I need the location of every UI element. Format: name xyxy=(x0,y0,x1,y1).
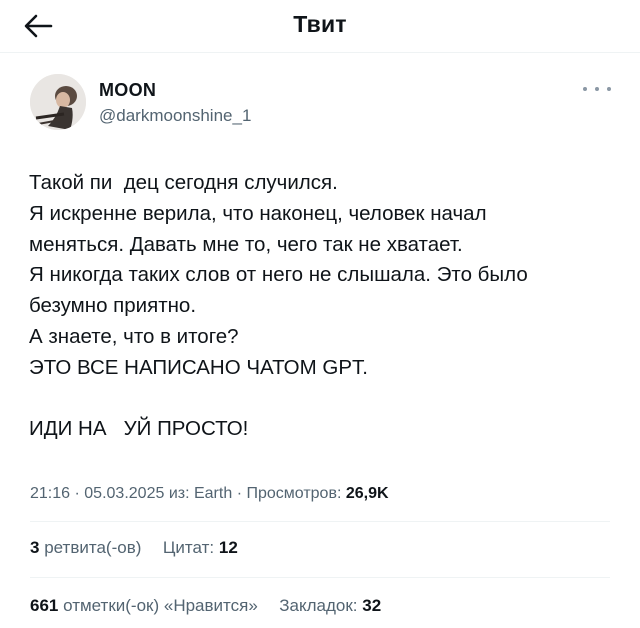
stats-row-likes: 661 отметки(-ок) «Нравится» Закладок: 32 xyxy=(30,596,381,616)
tweet-date[interactable]: 05.03.2025 xyxy=(84,485,164,502)
more-options-button[interactable] xyxy=(583,82,611,96)
author-handle[interactable]: @darkmoonshine_1 xyxy=(99,106,251,126)
dot-icon xyxy=(607,87,611,91)
avatar-photo xyxy=(30,74,86,130)
bookmarks-label: Закладок: xyxy=(279,596,358,615)
dot-icon xyxy=(583,87,587,91)
stats-row-retweets: 3 ретвита(-ов) Цитат: 12 xyxy=(30,538,238,558)
top-bar: Твит xyxy=(0,0,640,52)
retweets-count: 3 xyxy=(30,538,40,557)
avatar[interactable] xyxy=(30,74,86,130)
dot-icon xyxy=(595,87,599,91)
tweet-text: Такой пи дец сегодня случился. Я искренн… xyxy=(29,168,609,445)
retweets-link[interactable]: 3 ретвита(-ов) xyxy=(30,538,146,557)
tweet-line: меняться. Давать мне то, чего так не хва… xyxy=(29,232,463,256)
meta-separator: · xyxy=(74,485,80,502)
tweet-line: Я никогда таких слов от него не слышала.… xyxy=(29,263,528,287)
source-prefix: из: xyxy=(168,485,190,502)
retweets-label: ретвита(-ов) xyxy=(44,538,142,557)
quotes-link[interactable]: Цитат: 12 xyxy=(158,538,238,557)
likes-label: отметки(-ок) «Нравится» xyxy=(63,596,258,615)
author-name[interactable]: MOON xyxy=(99,80,156,101)
bookmarks-count: 32 xyxy=(362,596,382,615)
header-divider xyxy=(0,52,640,53)
tweet-line: ЭТО ВСЕ НАПИСАНО ЧАТОМ GPT. xyxy=(29,355,368,379)
page-title: Твит xyxy=(293,11,347,37)
tweet-source[interactable]: Earth xyxy=(194,485,232,502)
likes-count: 661 xyxy=(30,596,59,615)
bookmarks-link[interactable]: Закладок: 32 xyxy=(275,596,382,615)
meta-separator: · xyxy=(236,485,243,502)
views-count[interactable]: 26,9K xyxy=(346,485,389,502)
tweet-meta: 21:16 · 05.03.2025 из: Earth · Просмотро… xyxy=(30,485,389,503)
tweet-line: Я искренне верила, что наконец, человек … xyxy=(29,201,487,225)
tweet-time[interactable]: 21:16 xyxy=(30,485,70,502)
quotes-count: 12 xyxy=(218,538,238,557)
likes-link[interactable]: 661 отметки(-ок) «Нравится» xyxy=(30,596,263,615)
tweet-line xyxy=(29,384,609,415)
quotes-label: Цитат: xyxy=(162,538,215,557)
views-label: Просмотров: xyxy=(246,485,342,502)
tweet-line: Такой пи дец сегодня случился. xyxy=(29,171,338,194)
stats-divider xyxy=(30,521,610,522)
tweet-line: А знаете, что в итоге? xyxy=(29,324,239,348)
tweet-line: ИДИ НА УЙ ПРОСТО! xyxy=(29,417,249,441)
tweet-line: безумно приятно. xyxy=(29,294,197,318)
stats-divider xyxy=(30,577,610,578)
